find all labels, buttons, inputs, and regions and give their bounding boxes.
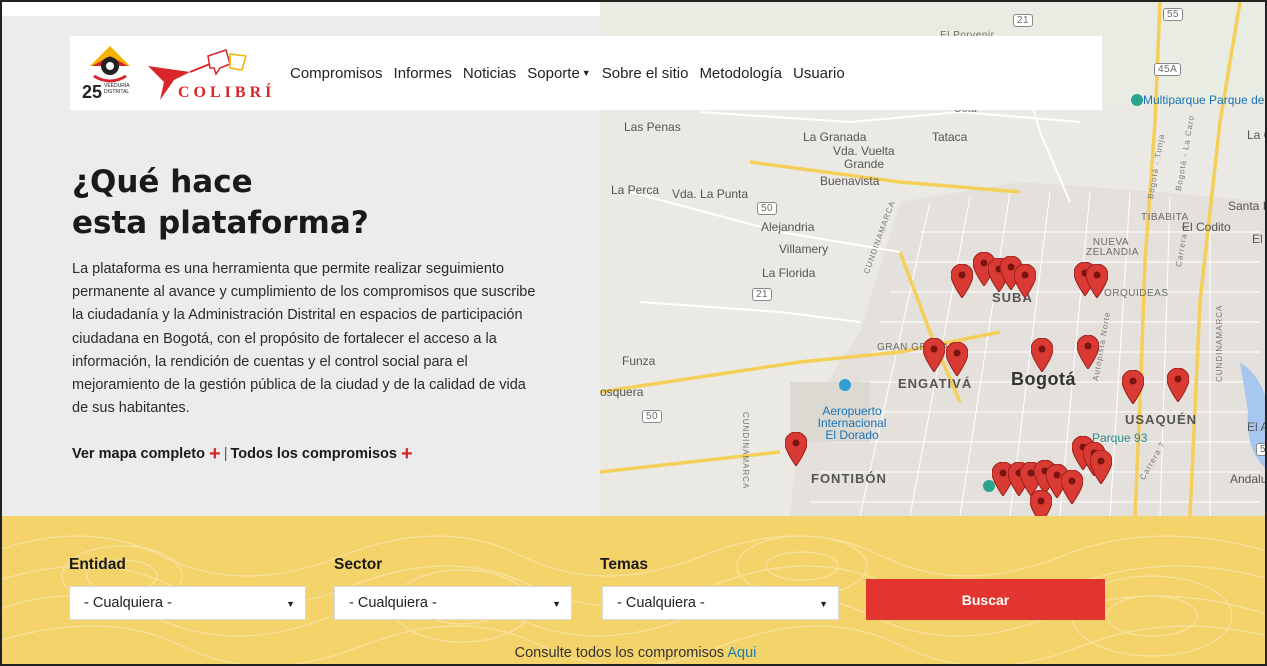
road-shield-21: 21 — [1013, 14, 1034, 27]
map-label-usaquen: USAQUÉN — [1125, 412, 1198, 427]
plus-icon: + — [401, 443, 413, 465]
map-marker-icon[interactable] — [923, 338, 945, 372]
map-label-la-florida: La Florida — [762, 266, 816, 280]
main-nav: Compromisos Informes Noticias Soporte ▼ S… — [290, 65, 845, 82]
logo-number: 25 — [82, 82, 103, 102]
link-ver-mapa[interactable]: Ver mapa completo + — [72, 443, 221, 465]
link-ver-mapa-label: Ver mapa completo — [72, 446, 205, 462]
map-label-fontibon: FONTIBÓN — [811, 471, 887, 486]
map-label-andalu: Andalu — [1230, 472, 1267, 486]
map-label-santa-ine: Santa Ine — [1228, 199, 1267, 213]
map-label-villamery: Villamery — [779, 242, 829, 256]
colibri-logo[interactable]: 25 VEEDURÍA DISTRITAL COLIBRÍ — [70, 36, 271, 110]
caret-down-icon: ▼ — [581, 67, 591, 78]
map-label-buenavista: Buenavista — [820, 174, 880, 188]
map-label-las-penas: Las Penas — [624, 120, 681, 134]
map-marker-icon[interactable] — [1077, 335, 1099, 369]
dropdown-arrow-icon: ▼ — [552, 599, 561, 609]
page: Cota Las Penas La Granada Tataca Vda. Vu… — [0, 0, 1267, 666]
plus-icon: + — [209, 443, 221, 465]
map-marker-icon[interactable] — [1086, 264, 1108, 298]
map-marker-icon[interactable] — [1167, 368, 1189, 402]
map-label-nueva-zelandia: NUEVA ZELANDIA — [1086, 237, 1139, 258]
hero-title: ¿Qué hace esta plataforma? — [72, 162, 552, 244]
map-marker-icon[interactable] — [1061, 470, 1083, 504]
map-label-tataca: Tataca — [932, 130, 968, 144]
sector-select-value: - Cualquiera - — [349, 595, 437, 611]
map-marker-icon[interactable] — [951, 264, 973, 298]
map-label-orquideas: ORQUIDEAS — [1104, 288, 1169, 299]
entidad-label: Entidad — [69, 556, 126, 573]
map-label-la-granada: La Granada — [803, 130, 867, 144]
map-label-el-p: El P — [1252, 232, 1265, 246]
sector-select[interactable]: - Cualquiera - ▼ — [334, 586, 572, 620]
map-label-vda-vuelta: Vda. Vuelta — [833, 144, 895, 158]
map-label-alejandria: Alejandria — [761, 220, 815, 234]
nav-sobre-el-sitio[interactable]: Sobre el sitio — [602, 65, 689, 82]
temas-label: Temas — [600, 556, 648, 573]
map-label-la-c: La C — [1247, 128, 1265, 142]
logo-org: VEEDURÍA DISTRITAL — [104, 83, 130, 95]
map-marker-icon[interactable] — [1090, 450, 1112, 484]
top-strip — [2, 2, 602, 16]
sector-label: Sector — [334, 556, 383, 573]
nav-usuario[interactable]: Usuario — [793, 65, 845, 82]
map-label-mosquera: osquera — [600, 385, 644, 399]
map-marker-icon[interactable] — [1030, 490, 1052, 516]
map-marker-icon[interactable] — [785, 432, 807, 466]
map-label-funza: Funza — [622, 354, 656, 368]
map-marker-icon[interactable] — [1122, 370, 1144, 404]
navbar: 25 VEEDURÍA DISTRITAL COLIBRÍ Compromiso… — [70, 36, 1102, 110]
dropdown-arrow-icon: ▼ — [819, 599, 828, 609]
consult-text: Consulte todos los compromisos — [514, 645, 725, 661]
nav-informes[interactable]: Informes — [394, 65, 452, 82]
map-label-la-perca: La Perca — [611, 183, 660, 197]
nav-noticias[interactable]: Noticias — [463, 65, 516, 82]
map-marker-icon[interactable] — [946, 342, 968, 376]
map-label-cundinamarca-3: CUNDINAMARCA — [1215, 304, 1224, 382]
map-label-cundinamarca-2: CUNDINAMARCA — [741, 412, 750, 490]
consult-link[interactable]: Aqui — [727, 645, 756, 661]
map-label-grande: Grande — [844, 157, 885, 171]
hero-title-line2: esta plataforma? — [72, 205, 369, 241]
road-shield-55: 55 — [1163, 8, 1184, 21]
road-shield-50a: 50 — [757, 202, 778, 215]
map-label-vda-la-punta: Vda. La Punta — [672, 187, 749, 201]
map-label-multiparque: Multiparque Parque de Diversiones — [1143, 93, 1265, 107]
road-shield-21b: 21 — [752, 288, 773, 301]
hero-description: La plataforma es una herramienta que per… — [72, 261, 536, 417]
map-marker-icon[interactable] — [1014, 264, 1036, 298]
entidad-select-value: - Cualquiera - — [84, 595, 172, 611]
dropdown-arrow-icon: ▼ — [286, 599, 295, 609]
hero-links: Ver mapa completo + | Todos los compromiso… — [72, 443, 413, 466]
link-todos-compromisos-label: Todos los compromisos — [230, 446, 397, 462]
link-separator: | — [223, 446, 228, 462]
temas-select-value: - Cualquiera - — [617, 595, 705, 611]
road-shield-50c: 50 — [1256, 443, 1265, 456]
map-label-bogota: Bogotá — [1011, 369, 1076, 389]
hero-title-line1: ¿Qué hace — [72, 164, 253, 200]
nav-soporte[interactable]: Soporte ▼ — [527, 65, 590, 82]
map-marker-icon[interactable] — [1031, 338, 1053, 372]
temas-select[interactable]: - Cualquiera - ▼ — [602, 586, 839, 620]
nav-compromisos[interactable]: Compromisos — [290, 65, 383, 82]
logo-name: COLIBRÍ — [178, 84, 276, 101]
map-label-aeropuerto: Aeropuerto Internacional El Dorado — [817, 404, 887, 442]
consult-line: Consulte todos los compromisos Aqui — [2, 645, 1265, 661]
nav-metodologia[interactable]: Metodología — [699, 65, 782, 82]
road-shield-45a: 45A — [1154, 63, 1182, 76]
road-shield-50b: 50 — [642, 410, 663, 423]
link-todos-compromisos[interactable]: Todos los compromisos + — [230, 443, 413, 465]
entidad-select[interactable]: - Cualquiera - ▼ — [69, 586, 306, 620]
buscar-button[interactable]: Buscar — [866, 579, 1105, 620]
nav-soporte-label: Soporte — [527, 64, 580, 82]
map-label-el-a: El A — [1247, 420, 1267, 434]
map-label-engativa: ENGATIVÁ — [898, 376, 973, 391]
